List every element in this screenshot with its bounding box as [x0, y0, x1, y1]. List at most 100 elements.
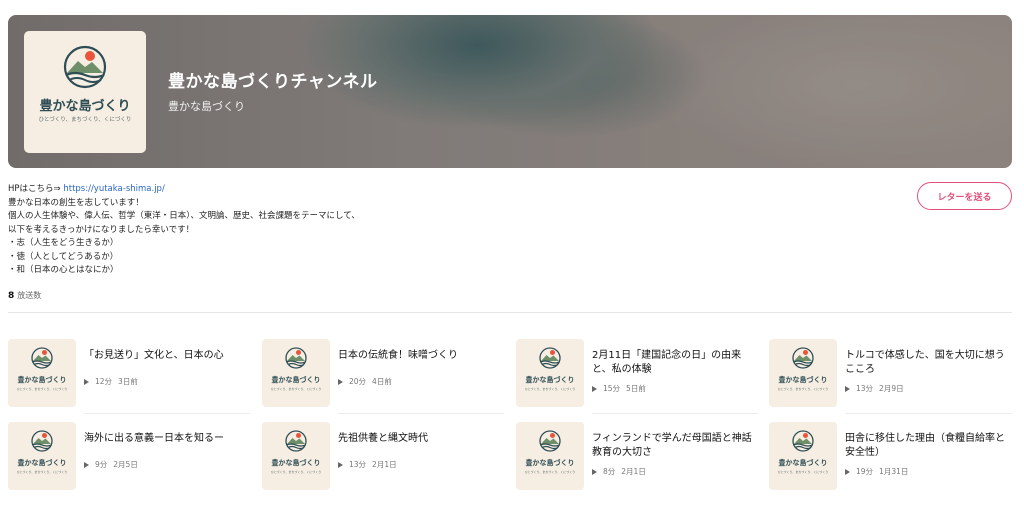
- episode-date: 2月5日: [113, 460, 138, 469]
- episode-meta: 8分 2月1日: [592, 466, 646, 477]
- send-letter-button[interactable]: レターを送る: [917, 182, 1012, 210]
- row-divider: [592, 413, 758, 414]
- episode-title: 日本の伝統食！味噌づくり: [338, 350, 458, 361]
- hp-link[interactable]: https://yutaka-shima.jp/: [63, 184, 164, 194]
- island-logo-icon: [63, 45, 107, 89]
- row-divider: [84, 413, 250, 414]
- thumbnail-logo-text: 豊かな島づくり: [17, 376, 67, 384]
- episode-date: 3日前: [118, 377, 138, 386]
- episode-duration: 15分: [603, 384, 621, 393]
- island-logo-icon: [792, 430, 814, 452]
- island-logo-icon: [31, 347, 53, 369]
- episode-item[interactable]: 豊かな島づくり ひとづくり、まちづくり、くにづくり 海外に出る意義ー日本を知るー …: [8, 422, 253, 490]
- header-overlay: [8, 15, 1012, 168]
- channel-title: 豊かな島づくりチャンネル: [168, 72, 378, 92]
- channel-header: 豊かな島づくり ひとづくり、まちづくり、くにづくり 豊かな島づくりチャンネル 豊…: [8, 15, 1012, 168]
- episode-item[interactable]: 豊かな島づくり ひとづくり、まちづくり、くにづくり フィンランドで学んだ母国語と神…: [516, 422, 761, 490]
- description-line: ・志（人生をどう生きるか）: [8, 238, 119, 248]
- logo-tagline: ひとづくり、まちづくり、くにづくり: [38, 117, 132, 123]
- broadcast-count-number: 8: [8, 291, 15, 301]
- episode-meta: 19分 1月31日: [845, 466, 908, 477]
- play-icon: [592, 385, 597, 392]
- episode-title: 海外に出る意義ー日本を知るー: [84, 433, 224, 444]
- episode-duration: 13分: [349, 460, 367, 469]
- channel-cover-image: 豊かな島づくり ひとづくり、まちづくり、くにづくり: [24, 31, 146, 153]
- episode-item[interactable]: 豊かな島づくりひとづくり、まちづくり、くにづくり 2月11日「建国記念の日」の由…: [516, 339, 761, 407]
- thumbnail-logo-tagline: ひとづくり、まちづくり、くにづくり: [270, 387, 322, 391]
- description-line: 豊かな日本の創生を志しています！: [8, 197, 144, 208]
- description-line: ・徳（人としてどうあるか）: [8, 251, 119, 262]
- episode-meta: 13分 2月1日: [338, 459, 397, 470]
- broadcast-count: 8 放送数: [8, 290, 41, 301]
- thumbnail-logo-text: 豊かな島づくり: [525, 376, 575, 384]
- island-logo-icon: [31, 430, 53, 452]
- thumbnail-logo-text: 豊かな島づくり: [271, 459, 321, 467]
- play-icon: [84, 461, 89, 468]
- thumbnail-logo-tagline: ひとづくり、まちづくり、くにづくり: [524, 387, 576, 391]
- thumbnail-logo-text: 豊かな島づくり: [271, 376, 321, 384]
- episode-item[interactable]: 豊かな島づくりひとづくり、まちづくり、くにづくり 先祖供養と縄文時代 13分 2月…: [262, 422, 507, 490]
- episode-title: 先祖供養と縄文時代: [338, 433, 428, 444]
- episode-date: 2月1日: [621, 467, 646, 476]
- episode-duration: 12分: [95, 377, 113, 386]
- episode-duration: 20分: [349, 377, 367, 386]
- episode-meta: 15分 5日前: [592, 383, 646, 394]
- episode-duration: 19分: [856, 467, 874, 476]
- play-icon: [592, 468, 597, 475]
- episode-title: 2月11日「建国記念の日」の由来と、私の体験: [592, 350, 742, 375]
- play-icon: [845, 468, 850, 475]
- description-line: 個人の人生体験や、偉人伝、哲学（東洋・日本）、文明論、歴史、社会課題をテーマにし…: [8, 211, 360, 221]
- episode-date: 4日前: [372, 377, 392, 386]
- section-divider: [8, 312, 1012, 313]
- thumbnail-logo-tagline: ひとづくり、まちづくり、くにづくり: [777, 387, 829, 391]
- description-line: 以下を考えるきっかけになりましたら幸いです！: [8, 224, 195, 235]
- episode-title: 「お見送り」文化と、日本の心: [84, 350, 224, 361]
- row-divider: [845, 413, 1012, 414]
- episode-item[interactable]: 豊かな島づくりひとづくり、まちづくり、くにづくり トルコで体感した、国を大切に想…: [769, 339, 1014, 407]
- hp-prefix: HPはこちら⇒: [8, 184, 64, 194]
- episode-duration: 13分: [856, 384, 874, 393]
- episode-thumbnail: 豊かな島づくり ひとづくり、まちづくり、くにづくり: [8, 339, 76, 407]
- thumbnail-logo-tagline: ひとづくり、まちづくり、くにづくり: [777, 470, 829, 474]
- thumbnail-logo-tagline: ひとづくり、まちづくり、くにづくり: [524, 470, 576, 474]
- island-logo-icon: [285, 347, 307, 369]
- row-divider: [338, 413, 504, 414]
- episode-title: トルコで体感した、国を大切に想うこころ: [845, 350, 1005, 375]
- episode-date: 5日前: [626, 384, 646, 393]
- episode-title: 田舎に移住した理由（食糧自給率と安全性）: [845, 433, 1005, 458]
- episode-meta: 12分 3日前: [84, 376, 138, 387]
- channel-author[interactable]: 豊かな島づくり: [168, 98, 245, 114]
- episode-meta: 20分 4日前: [338, 376, 392, 387]
- episode-thumbnail: 豊かな島づくりひとづくり、まちづくり、くにづくり: [769, 422, 837, 490]
- island-logo-icon: [792, 347, 814, 369]
- thumbnail-logo-text: 豊かな島づくり: [778, 376, 828, 384]
- logo-text: 豊かな島づくり: [39, 99, 131, 114]
- broadcast-count-label: 放送数: [17, 291, 42, 300]
- island-logo-icon: [539, 347, 561, 369]
- play-icon: [338, 378, 343, 385]
- thumbnail-logo-tagline: ひとづくり、まちづくり、くにづくり: [16, 470, 68, 474]
- play-icon: [845, 385, 850, 392]
- episode-title: フィンランドで学んだ母国語と神話教育の大切さ: [592, 433, 752, 458]
- episode-date: 2月1日: [372, 460, 397, 469]
- description-line: ・和（日本の心とはなにか）: [8, 265, 119, 275]
- thumbnail-logo-text: 豊かな島づくり: [778, 459, 828, 467]
- episode-thumbnail: 豊かな島づくりひとづくり、まちづくり、くにづくり: [516, 339, 584, 407]
- episode-meta: 13分 2月9日: [845, 383, 904, 394]
- episode-thumbnail: 豊かな島づくりひとづくり、まちづくり、くにづくり: [769, 339, 837, 407]
- channel-logo: 豊かな島づくり ひとづくり、まちづくり、くにづくり: [24, 31, 146, 153]
- channel-description: HPはこちら⇒ https://yutaka-shima.jp/ 豊かな日本の創…: [8, 183, 360, 278]
- episode-item[interactable]: 豊かな島づくりひとづくり、まちづくり、くにづくり 田舎に移住した理由（食糧自給率…: [769, 422, 1014, 490]
- island-logo-icon: [539, 430, 561, 452]
- episode-thumbnail: 豊かな島づくり ひとづくり、まちづくり、くにづくり: [516, 422, 584, 490]
- thumbnail-logo-tagline: ひとづくり、まちづくり、くにづくり: [270, 470, 322, 474]
- thumbnail-logo-text: 豊かな島づくり: [17, 459, 67, 467]
- episode-meta: 9分 2月5日: [84, 459, 138, 470]
- episode-date: 1月31日: [879, 467, 909, 476]
- episode-duration: 8分: [603, 467, 616, 476]
- episode-thumbnail: 豊かな島づくりひとづくり、まちづくり、くにづくり: [8, 422, 76, 490]
- hp-line: HPはこちら⇒ https://yutaka-shima.jp/: [8, 183, 360, 197]
- episode-item[interactable]: 豊かな島づくりひとづくり、まちづくり、くにづくり 日本の伝統食！味噌づくり 20…: [262, 339, 507, 407]
- play-icon: [84, 378, 89, 385]
- episode-item[interactable]: 豊かな島づくり ひとづくり、まちづくり、くにづくり 「お見送り」文化と、日本の心 …: [8, 339, 253, 407]
